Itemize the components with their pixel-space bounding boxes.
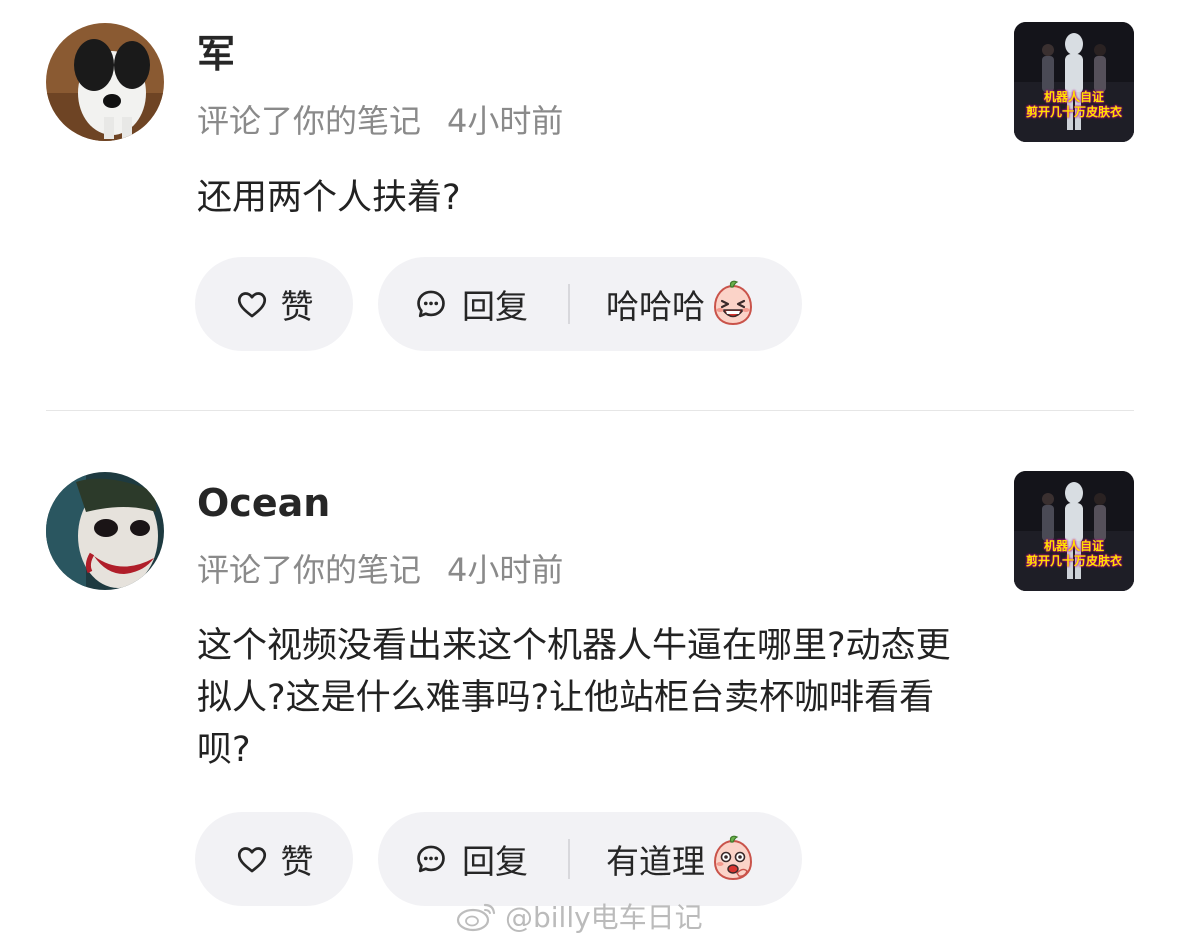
thumbnail-caption: 机器人自证 剪开几十万皮肤衣 <box>1025 539 1122 568</box>
comment-meta: 评论了你的笔记 4小时前 <box>197 101 563 141</box>
weibo-logo-icon <box>456 903 496 932</box>
quick-reply-label: 有道理 <box>606 842 705 881</box>
thinking-peach-emoji-icon <box>713 835 753 881</box>
robot-video-thumbnail-icon <box>1014 22 1134 142</box>
watermark: @billy电车日记 <box>455 896 703 936</box>
like-button[interactable]: 赞 <box>195 812 353 906</box>
pill-divider <box>568 284 570 324</box>
chat-bubble-icon <box>417 845 445 873</box>
user-name[interactable]: Ocean <box>197 481 330 525</box>
reply-button[interactable]: 回复 <box>414 280 528 328</box>
like-label: 赞 <box>280 842 314 881</box>
note-thumbnail[interactable]: 机器人自证 剪开几十万皮肤衣 <box>1014 471 1134 591</box>
chat-bubble-icon <box>417 290 445 318</box>
like-label: 赞 <box>280 287 314 326</box>
quick-reply-button[interactable]: 有道理 <box>606 833 759 885</box>
reply-group: 回复 哈哈哈 <box>378 257 802 351</box>
quick-reply-label: 哈哈哈 <box>606 287 705 326</box>
heart-icon <box>237 847 266 873</box>
user-avatar[interactable] <box>46 472 164 590</box>
comment-text: 这个视频没看出来这个机器人牛逼在哪里?动态更拟人?这是什么难事吗?让他站柜台卖杯… <box>197 626 951 770</box>
watermark-text: @billy电车日记 <box>505 901 703 934</box>
joker-avatar-icon <box>46 472 164 590</box>
pill-divider <box>568 839 570 879</box>
reply-label: 回复 <box>462 842 528 881</box>
reply-group: 回复 有道理 <box>378 812 802 906</box>
quick-reply-button[interactable]: 哈哈哈 <box>606 278 759 330</box>
reply-label: 回复 <box>462 287 528 326</box>
user-avatar[interactable] <box>46 23 164 141</box>
action-text: 评论了你的笔记 <box>197 102 422 140</box>
comment-separator <box>46 410 1134 411</box>
robot-video-thumbnail-icon <box>1014 471 1134 591</box>
action-text: 评论了你的笔记 <box>197 551 422 589</box>
heart-icon <box>237 292 266 318</box>
laughing-peach-emoji-icon <box>713 280 753 326</box>
notifications-page: 军 评论了你的笔记 4小时前 还用两个人扶着? 机器人自证 剪开几十万皮肤衣 赞… <box>0 0 1179 947</box>
reply-button[interactable]: 回复 <box>414 835 528 883</box>
comment-text: 还用两个人扶着? <box>197 178 461 218</box>
thumbnail-caption: 机器人自证 剪开几十万皮肤衣 <box>1025 90 1122 119</box>
timestamp: 4小时前 <box>447 102 564 140</box>
comment-meta: 评论了你的笔记 4小时前 <box>197 550 563 590</box>
user-name[interactable]: 军 <box>197 32 235 76</box>
dog-avatar-icon <box>46 23 164 141</box>
note-thumbnail[interactable]: 机器人自证 剪开几十万皮肤衣 <box>1014 22 1134 142</box>
like-button[interactable]: 赞 <box>195 257 353 351</box>
timestamp: 4小时前 <box>447 551 564 589</box>
